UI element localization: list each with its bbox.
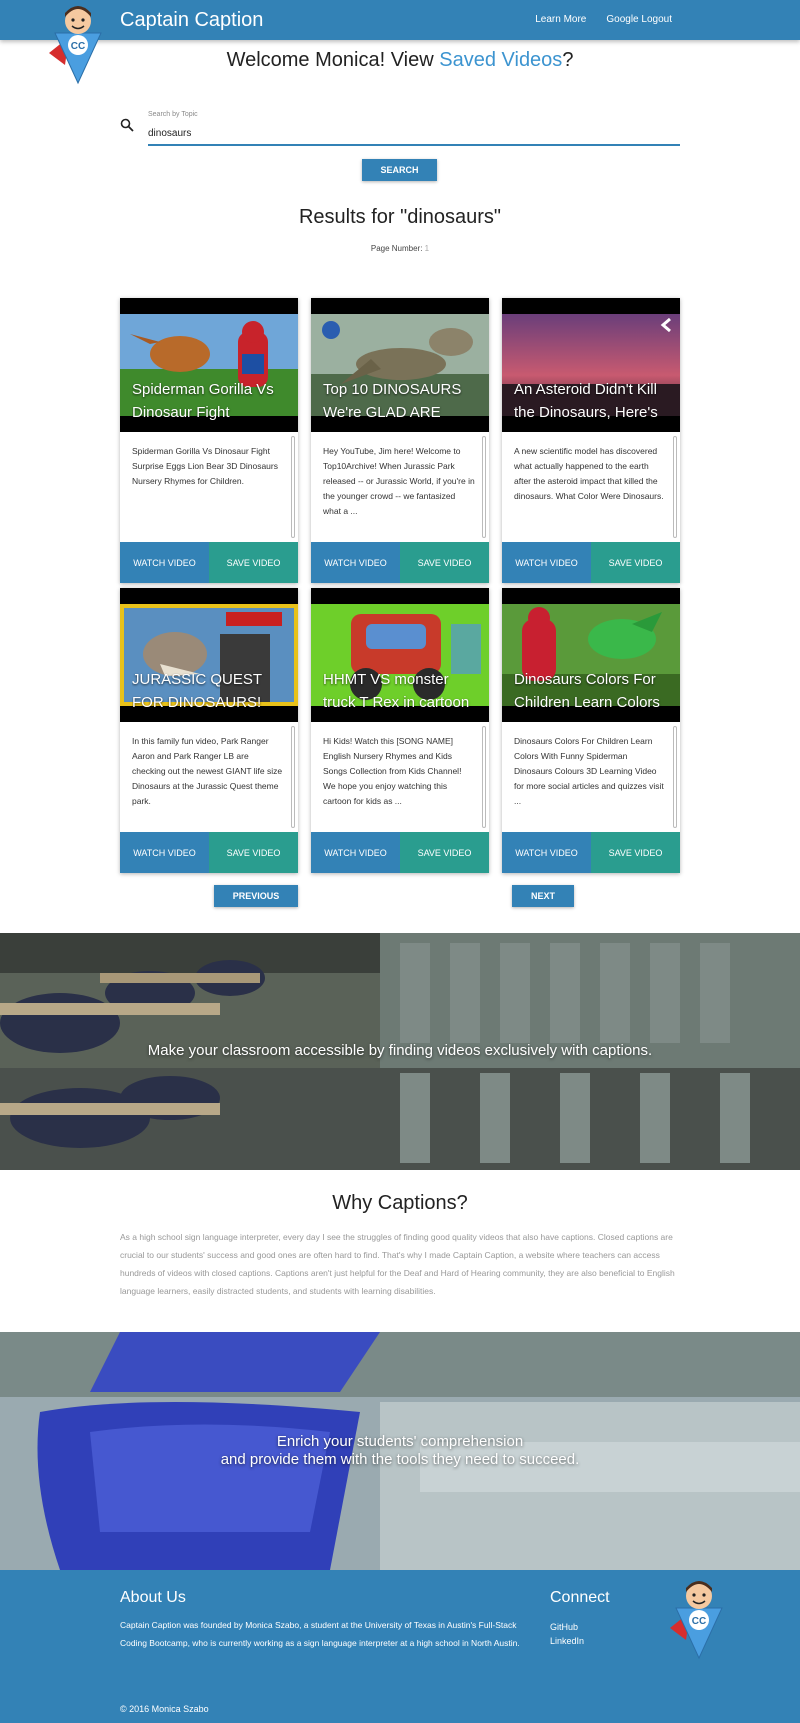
- video-description: Dinosaurs Colors For Children Learn Colo…: [514, 736, 664, 806]
- saved-videos-link[interactable]: Saved Videos: [439, 49, 562, 71]
- footer-logo: CC: [666, 1578, 732, 1660]
- video-card: Dinosaurs Colors For Children Learn Colo…: [502, 588, 680, 873]
- video-title: Dinosaurs Colors For Children Learn Colo…: [514, 671, 660, 711]
- video-description: Spiderman Gorilla Vs Dinosaur Fight Surp…: [132, 446, 278, 486]
- video-description: Hi Kids! Watch this [SONG NAME] English …: [323, 736, 462, 806]
- save-video-button[interactable]: SAVE VIDEO: [591, 542, 680, 583]
- page-number-label: Page Number:: [370, 244, 425, 253]
- video-thumbnail[interactable]: HHMT VS monster truck T Rex in cartoon: [311, 588, 489, 722]
- github-link[interactable]: GitHub: [550, 1620, 584, 1634]
- video-thumbnail[interactable]: Dinosaurs Colors For Children Learn Colo…: [502, 588, 680, 722]
- video-card: Top 10 DINOSAURS We're GLAD ARE Hey YouT…: [311, 298, 489, 583]
- video-title: Spiderman Gorilla Vs Dinosaur Fight: [132, 381, 274, 421]
- save-video-button[interactable]: SAVE VIDEO: [591, 832, 680, 873]
- logo-badge-text: CC: [71, 41, 85, 52]
- save-video-button[interactable]: SAVE VIDEO: [209, 542, 298, 583]
- welcome-suffix: ?: [562, 49, 574, 71]
- banner-tagline-line2: and provide them with the tools they nee…: [220, 1451, 580, 1468]
- next-page-button[interactable]: NEXT: [512, 885, 574, 907]
- search-icon: [120, 118, 134, 137]
- banner-tagline-line1: Enrich your students' comprehension: [276, 1433, 524, 1450]
- watch-video-button[interactable]: WATCH VIDEO: [311, 542, 400, 583]
- about-us-heading: About Us: [120, 1589, 186, 1606]
- why-captions-heading: Why Captions?: [332, 1192, 468, 1214]
- video-title: JURASSIC QUEST FOR DINOSAURS!: [132, 671, 262, 711]
- about-us-text: Captain Caption was founded by Monica Sz…: [120, 1620, 520, 1648]
- video-thumbnail[interactable]: Top 10 DINOSAURS We're GLAD ARE: [311, 298, 489, 432]
- search-input[interactable]: [148, 124, 680, 146]
- video-description: A new scientific model has discovered wh…: [514, 446, 664, 501]
- previous-page-button[interactable]: PREVIOUS: [214, 885, 298, 907]
- save-video-button[interactable]: SAVE VIDEO: [400, 832, 489, 873]
- description-scrollbar[interactable]: [291, 726, 295, 828]
- watch-video-button[interactable]: WATCH VIDEO: [120, 542, 209, 583]
- description-scrollbar[interactable]: [482, 726, 486, 828]
- watch-video-button[interactable]: WATCH VIDEO: [120, 832, 209, 873]
- search-button[interactable]: SEARCH: [362, 159, 437, 181]
- google-logout-link[interactable]: Google Logout: [606, 14, 672, 25]
- search-label: Search by Topic: [148, 111, 198, 118]
- description-scrollbar[interactable]: [673, 726, 677, 828]
- watch-video-button[interactable]: WATCH VIDEO: [502, 542, 591, 583]
- chevron-left-icon[interactable]: [660, 318, 674, 332]
- video-card: Spiderman Gorilla Vs Dinosaur Fight Spid…: [120, 298, 298, 583]
- welcome-message: Welcome Monica! View Saved Videos?: [0, 49, 800, 72]
- connect-heading: Connect: [550, 1589, 610, 1606]
- video-card: JURASSIC QUEST FOR DINOSAURS! In this fa…: [120, 588, 298, 873]
- page-number: Page Number: 1: [0, 244, 800, 253]
- learn-more-link[interactable]: Learn More: [535, 14, 586, 25]
- save-video-button[interactable]: SAVE VIDEO: [400, 542, 489, 583]
- description-scrollbar[interactable]: [673, 436, 677, 538]
- brand-name[interactable]: Captain Caption: [120, 9, 263, 32]
- watch-video-button[interactable]: WATCH VIDEO: [502, 832, 591, 873]
- video-description: Hey YouTube, Jim here! Welcome to Top10A…: [323, 446, 475, 516]
- video-thumbnail[interactable]: An Asteroid Didn't Kill the Dinosaurs, H…: [502, 298, 680, 432]
- video-card: An Asteroid Didn't Kill the Dinosaurs, H…: [502, 298, 680, 583]
- linkedin-link[interactable]: LinkedIn: [550, 1634, 584, 1648]
- classroom-banner: Make your classroom accessible by findin…: [0, 933, 800, 1170]
- video-thumbnail[interactable]: Spiderman Gorilla Vs Dinosaur Fight: [120, 298, 298, 432]
- chairs-banner: Enrich your students' comprehension and …: [0, 1332, 800, 1570]
- why-captions-text: As a high school sign language interpret…: [120, 1232, 675, 1296]
- captain-caption-logo[interactable]: CC: [45, 3, 111, 85]
- save-video-button[interactable]: SAVE VIDEO: [209, 832, 298, 873]
- copyright: © 2016 Monica Szabo: [120, 1704, 209, 1714]
- top-navbar: Captain Caption Learn More Google Logout: [0, 0, 800, 40]
- description-scrollbar[interactable]: [291, 436, 295, 538]
- description-scrollbar[interactable]: [482, 436, 486, 538]
- connect-links: GitHub LinkedIn: [550, 1620, 584, 1648]
- welcome-text: Welcome Monica! View: [226, 49, 440, 71]
- footer: About Us Captain Caption was founded by …: [0, 1570, 800, 1723]
- video-card: HHMT VS monster truck T Rex in cartoon H…: [311, 588, 489, 873]
- video-thumbnail[interactable]: JURASSIC QUEST FOR DINOSAURS!: [120, 588, 298, 722]
- footer-logo-badge-text: CC: [692, 1616, 706, 1627]
- nav-links: Learn More Google Logout: [535, 14, 672, 25]
- video-description: In this family fun video, Park Ranger Aa…: [132, 736, 283, 806]
- results-title: Results for "dinosaurs": [298, 206, 502, 228]
- watch-video-button[interactable]: WATCH VIDEO: [311, 832, 400, 873]
- page-number-value: 1: [424, 244, 430, 253]
- video-title: Top 10 DINOSAURS We're GLAD ARE: [323, 381, 462, 421]
- video-title: An Asteroid Didn't Kill the Dinosaurs, H…: [514, 381, 658, 421]
- video-title: HHMT VS monster truck T Rex in cartoon: [323, 671, 470, 711]
- banner-tagline: Make your classroom accessible by findin…: [147, 1042, 653, 1059]
